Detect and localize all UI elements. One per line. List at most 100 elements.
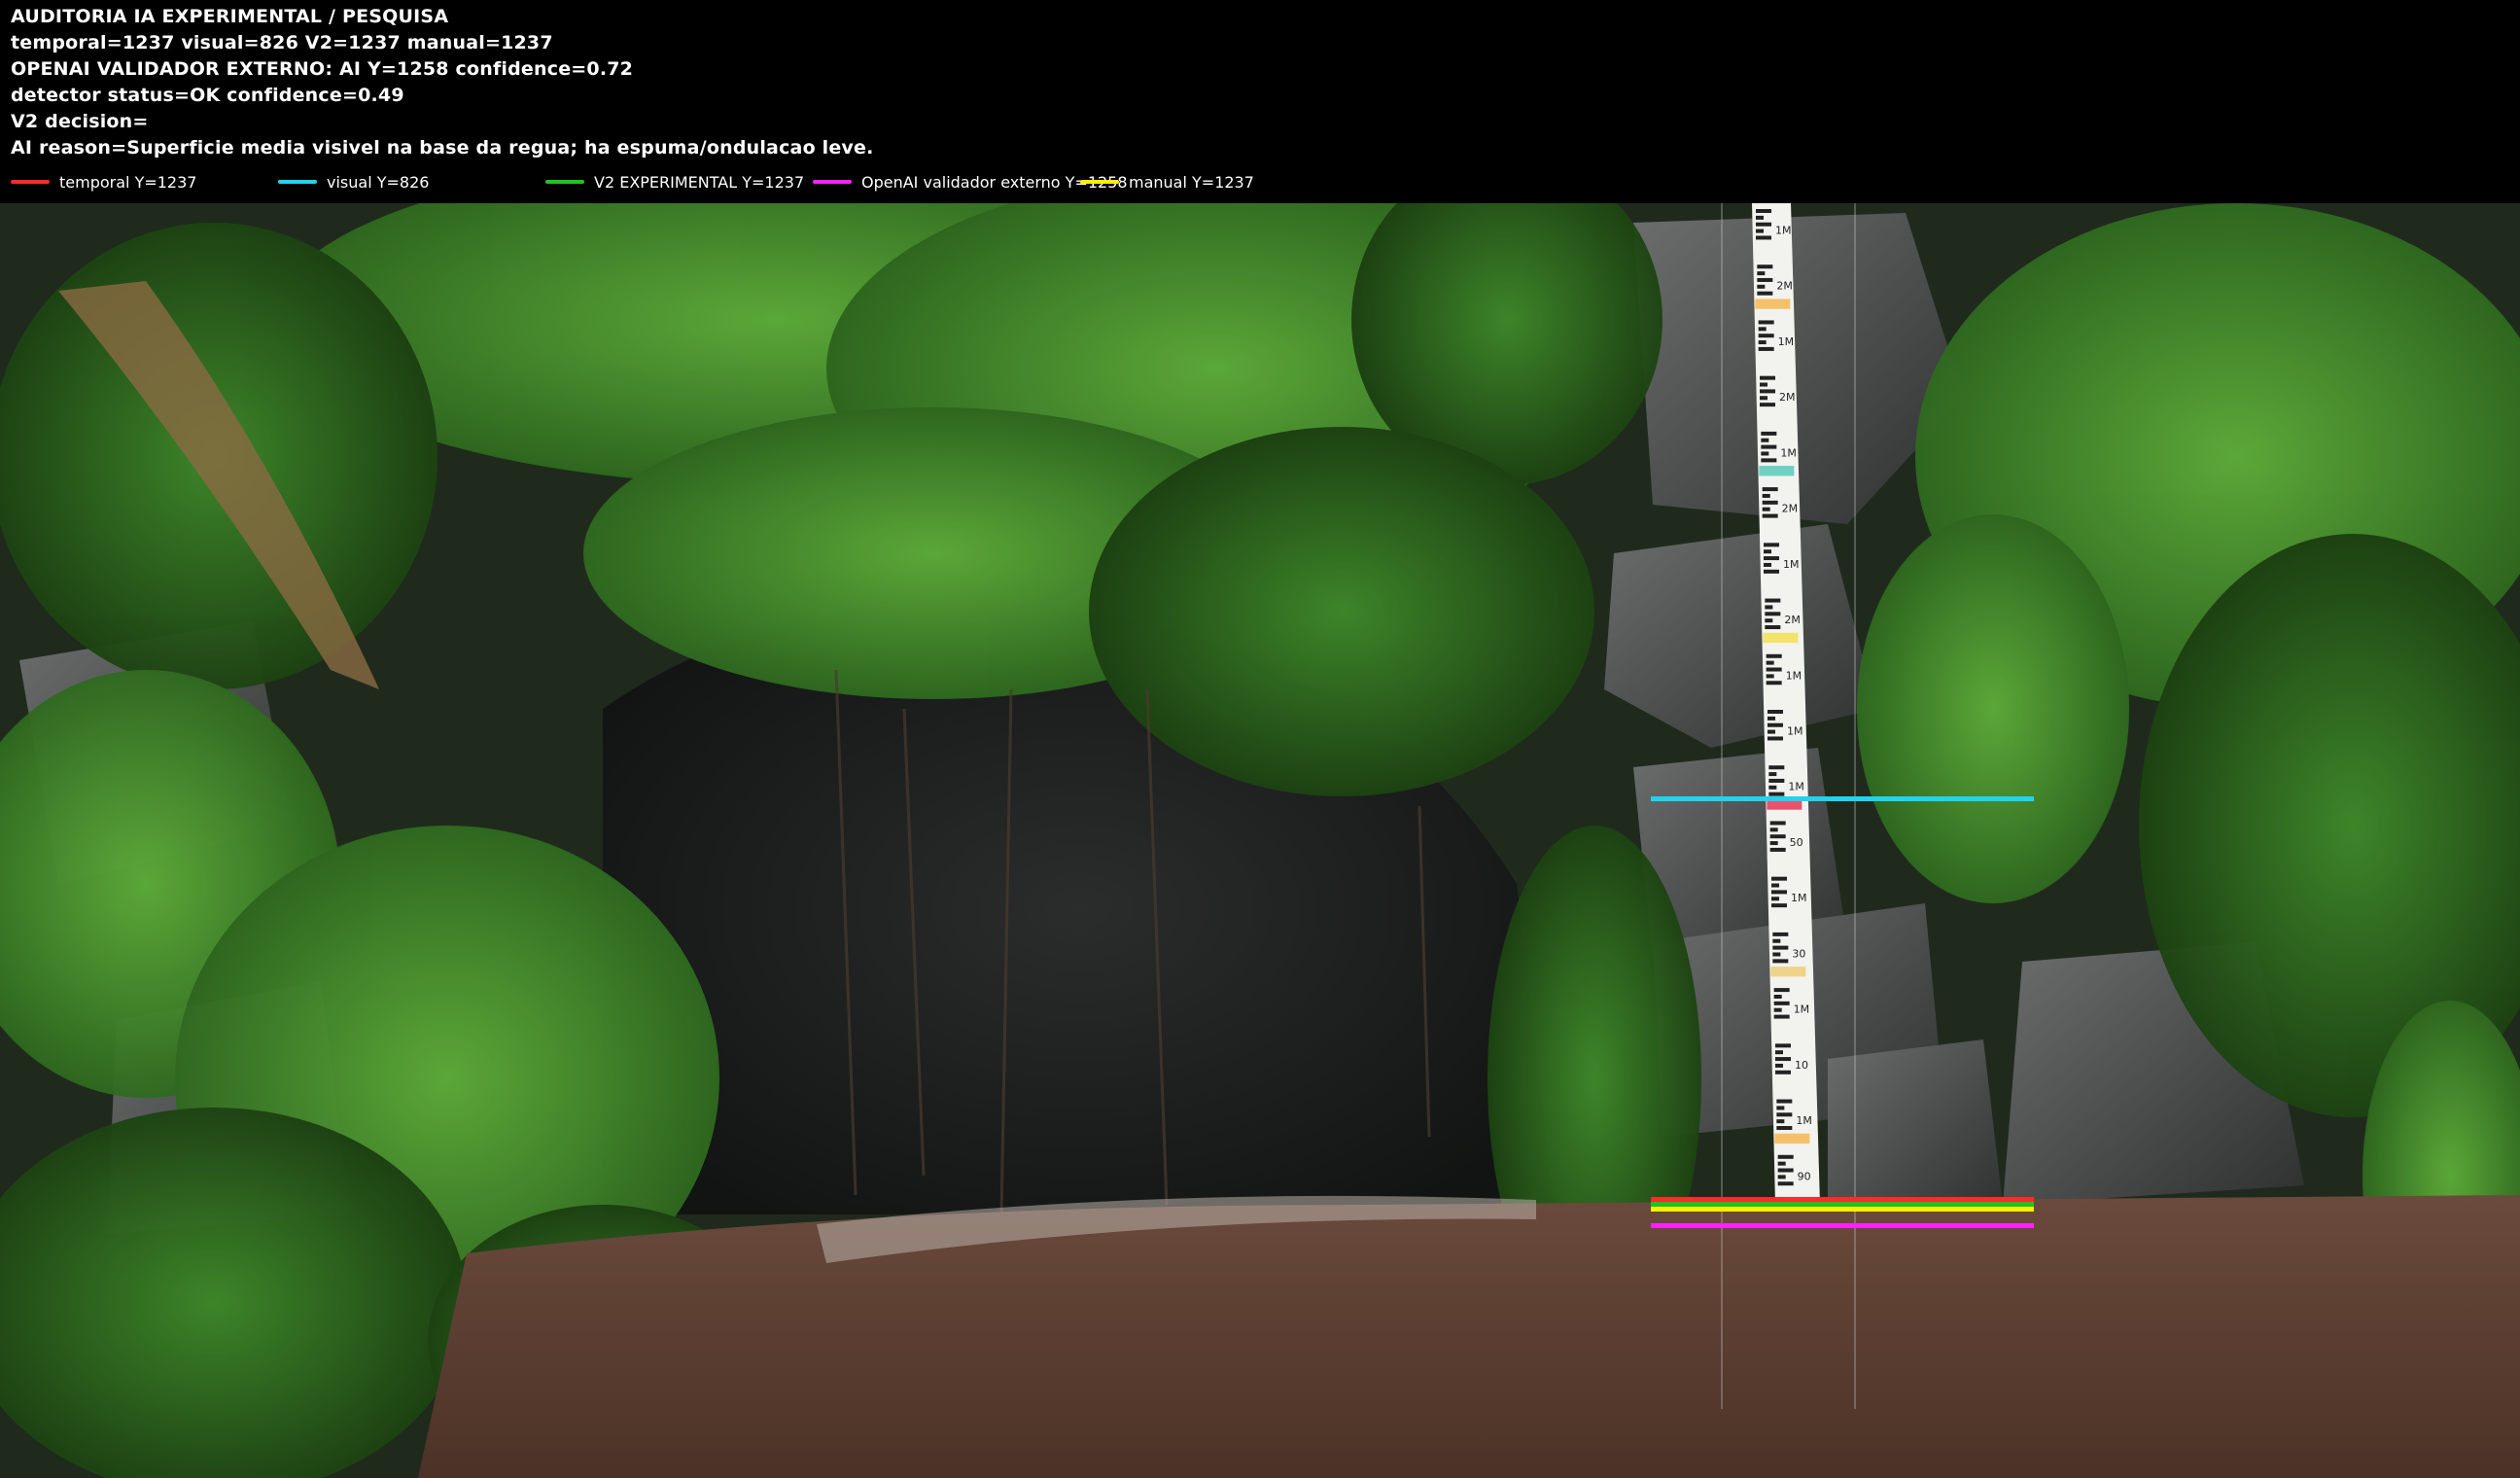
gauge-tick xyxy=(1771,883,1779,888)
gauge-tick xyxy=(1772,932,1789,936)
gauge-tick xyxy=(1776,1126,1793,1131)
gauge-tick xyxy=(1769,827,1778,832)
gauge-tick xyxy=(1777,1161,1786,1166)
gauge-color-band xyxy=(1763,632,1799,644)
gauge-tick xyxy=(1762,513,1778,518)
gauge-tick xyxy=(1756,229,1764,233)
header-detector-status: detector status=OK confidence=0.49 xyxy=(11,85,404,106)
gauge-tick xyxy=(1760,382,1768,387)
gauge-tick xyxy=(1765,612,1781,616)
gauge-tick xyxy=(1756,222,1771,227)
gauge-tick xyxy=(1771,890,1787,895)
river-water xyxy=(418,1195,2520,1478)
header-openai-validator: OPENAI VALIDADOR EXTERNO: AI Y=1258 conf… xyxy=(11,58,634,80)
gauge-label: 2M xyxy=(1782,503,1799,515)
gauge-label: 1M xyxy=(1787,724,1803,737)
gauge-tick xyxy=(1761,431,1777,436)
gauge-tick xyxy=(1762,507,1770,511)
gauge-tick xyxy=(1761,458,1777,463)
gauge-label: 2M xyxy=(1784,614,1801,626)
gauge-tick xyxy=(1761,451,1769,456)
gauge-tick xyxy=(1768,722,1783,727)
gauge-tick xyxy=(1776,1112,1793,1117)
gauge-label: 1M xyxy=(1783,558,1800,571)
gauge-tick xyxy=(1768,765,1785,770)
legend-label-visual: visual Y=826 xyxy=(327,172,430,192)
gauge-label: 1M xyxy=(1775,224,1792,236)
gauge-label: 1M xyxy=(1786,669,1802,682)
legend-swatch-visual xyxy=(278,180,317,184)
gauge-tick xyxy=(1756,215,1764,220)
legend-swatch-v2 xyxy=(545,180,584,184)
audit-header: AUDITORIA IA EXPERIMENTAL / PESQUISA tem… xyxy=(0,0,2520,203)
gauge-tick xyxy=(1766,667,1782,672)
overlay-visual-line xyxy=(1651,796,2034,801)
gauge-tick xyxy=(1768,772,1777,777)
gauge-tick xyxy=(1764,549,1771,554)
legend-v2: V2 EXPERIMENTAL Y=1237 xyxy=(545,171,804,193)
gauge-tick xyxy=(1757,277,1773,282)
gauge-tick xyxy=(1777,1175,1786,1179)
header-title: AUDITORIA IA EXPERIMENTAL / PESQUISA xyxy=(11,6,449,27)
gauge-tick xyxy=(1758,346,1774,351)
scene-illustration: 1M 2M 1M 2M 1M 2M 1M 2M 1M 1M 1M 50 1M 30 1M 10 1M 90 xyxy=(0,203,2520,1478)
gauge-tick xyxy=(1758,327,1767,332)
gauge-tick xyxy=(1757,291,1773,296)
overlay-openai-line xyxy=(1651,1223,2034,1228)
legend-visual: visual Y=826 xyxy=(278,171,429,193)
gauge-tick xyxy=(1769,821,1786,826)
gauge-tick xyxy=(1772,959,1789,964)
gauge-label: 50 xyxy=(1790,836,1803,849)
gauge-tick xyxy=(1772,938,1781,943)
gauge-tick xyxy=(1768,710,1783,715)
legend-label-temporal: temporal Y=1237 xyxy=(59,172,197,192)
gauge-tick xyxy=(1765,618,1773,623)
legend-label-manual: manual Y=1237 xyxy=(1129,172,1254,192)
gauge-label: 2M xyxy=(1779,391,1796,404)
gauge-color-band xyxy=(1759,466,1795,476)
gauge-label: 10 xyxy=(1795,1059,1808,1072)
gauge-tick xyxy=(1768,736,1783,741)
gauge-tick xyxy=(1768,729,1775,734)
gauge-tick xyxy=(1772,945,1789,950)
gauge-tick xyxy=(1758,334,1774,338)
gauge-tick xyxy=(1757,264,1773,269)
gauge-color-band xyxy=(1774,1133,1810,1144)
gauge-tick xyxy=(1776,1099,1793,1104)
gauge-tick xyxy=(1775,1050,1783,1055)
gauge-tick xyxy=(1768,716,1775,721)
header-v2-decision: V2 decision= xyxy=(11,111,149,132)
header-ai-reason: AI reason=Superficie media visivel na ba… xyxy=(11,137,874,158)
gauge-tick xyxy=(1771,897,1779,901)
gauge-tick xyxy=(1765,625,1781,630)
gauge-label: 1M xyxy=(1796,1114,1812,1127)
gauge-tick xyxy=(1766,653,1782,658)
gauge-tick xyxy=(1756,209,1771,214)
legend-swatch-openai xyxy=(813,180,852,184)
gauge-tick xyxy=(1773,1007,1782,1012)
gauge-label: 30 xyxy=(1792,947,1805,960)
gauge-tick xyxy=(1769,841,1778,846)
camera-frame: 1M 2M 1M 2M 1M 2M 1M 2M 1M 1M 1M 50 1M 30 1M 10 1M 90 xyxy=(0,203,2520,1478)
gauge-tick xyxy=(1760,389,1775,394)
legend-swatch-temporal xyxy=(11,180,50,184)
gauge-tick xyxy=(1766,674,1774,679)
legend-temporal: temporal Y=1237 xyxy=(11,171,196,193)
header-readings: temporal=1237 visual=826 V2=1237 manual=… xyxy=(11,32,553,53)
gauge-label: 90 xyxy=(1798,1170,1811,1182)
gauge-tick xyxy=(1777,1181,1794,1186)
gauge-tick xyxy=(1756,235,1771,240)
gauge-tick xyxy=(1771,903,1787,908)
gauge-tick xyxy=(1768,778,1785,783)
gauge-tick xyxy=(1775,1043,1791,1048)
gauge-color-band xyxy=(1755,299,1791,309)
gauge-label: 2M xyxy=(1776,280,1793,293)
gauge-tick xyxy=(1762,500,1778,505)
gauge-tick xyxy=(1766,681,1782,686)
gauge-tick xyxy=(1766,660,1774,665)
gauge-tick xyxy=(1764,543,1779,547)
gauge-tick xyxy=(1762,493,1770,498)
gauge-tick xyxy=(1761,438,1769,442)
gauge-tick xyxy=(1760,375,1775,380)
gauge-tick xyxy=(1775,1063,1783,1068)
